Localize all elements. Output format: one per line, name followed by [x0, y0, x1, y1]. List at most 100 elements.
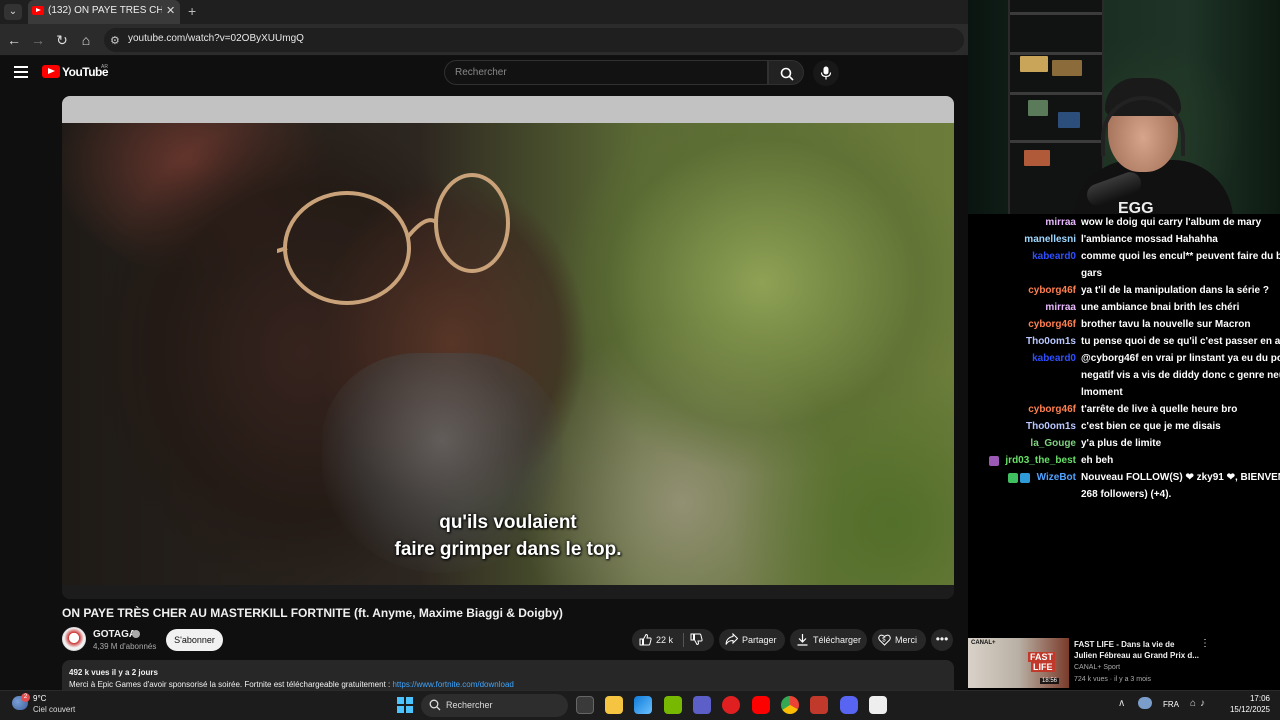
- search-input[interactable]: Rechercher: [444, 60, 768, 85]
- svg-text:$: $: [882, 638, 886, 644]
- suggested-title[interactable]: Julien Fébreau au Grand Prix d...: [1074, 651, 1199, 660]
- nvidia-icon[interactable]: [664, 696, 682, 714]
- windows-taskbar: 2 9°C Ciel couvert Rechercher ∧ FRA ⌂♪ 1…: [0, 690, 1280, 720]
- chat-username[interactable]: mirraa: [1045, 299, 1076, 316]
- channel-avatar[interactable]: [62, 627, 86, 651]
- chat-message: WizeBot Nouveau FOLLOW(S) ❤ zky91 ❤, BIEN…: [968, 469, 1280, 503]
- chat-message-text: y'a plus de limite: [1081, 438, 1162, 449]
- new-tab-button[interactable]: +: [188, 3, 196, 19]
- chat-message-text: gars: [1081, 268, 1103, 279]
- chat-username[interactable]: kabeard0: [1032, 248, 1076, 265]
- back-arrow-icon[interactable]: ←: [4, 30, 24, 50]
- onedrive-icon[interactable]: [1138, 697, 1152, 709]
- youtube-app-icon[interactable]: [752, 696, 770, 714]
- tab-list-button[interactable]: ⌄: [4, 4, 22, 20]
- task-view-icon[interactable]: [576, 696, 594, 714]
- thanks-button[interactable]: $ Merci: [872, 629, 926, 651]
- teams-icon[interactable]: [693, 696, 711, 714]
- description-box[interactable]: 492 k vues il y a 2 jours Merci à Epic G…: [62, 660, 954, 690]
- shirt-logo: EGG: [1118, 200, 1154, 214]
- media-player-icon[interactable]: [722, 696, 740, 714]
- video-top-bar: [62, 96, 954, 123]
- like-count[interactable]: 22 k: [656, 635, 673, 645]
- chat-username[interactable]: cyborg46f: [1028, 401, 1076, 418]
- chat-username[interactable]: la_Gouge: [1030, 435, 1076, 452]
- network-volume-icons[interactable]: ⌂♪: [1190, 698, 1209, 709]
- chat-username[interactable]: WizeBot: [1037, 469, 1076, 486]
- chat-message-text: l'ambiance mossad Hahahha: [1081, 234, 1218, 245]
- chat-message-text: wow le doig qui carry l'album de mary: [1081, 217, 1262, 228]
- language-indicator[interactable]: FRA: [1163, 700, 1179, 709]
- address-bar[interactable]: ⚙ youtube.com/watch?v=02OByXUUmgQ: [104, 28, 964, 52]
- subscribe-button[interactable]: S'abonner: [166, 629, 223, 651]
- channel-name[interactable]: GOTAGA: [93, 629, 136, 640]
- suggested-title[interactable]: FAST LIFE - Dans la vie de: [1074, 640, 1174, 649]
- download-label: Télécharger: [813, 635, 862, 645]
- taskbar-search[interactable]: Rechercher: [421, 694, 568, 717]
- reload-icon[interactable]: ↻: [52, 30, 72, 50]
- store-icon[interactable]: [634, 696, 652, 714]
- chat-message: jrd03_the_best eh beh: [968, 452, 1280, 469]
- video-player[interactable]: qu'ils voulaient faire grimper dans le t…: [62, 96, 954, 599]
- forward-arrow-icon[interactable]: →: [28, 30, 48, 50]
- chat-message-text: eh beh: [1081, 455, 1114, 466]
- download-link[interactable]: https://www.fortnite.com/download: [392, 680, 513, 689]
- chat-username[interactable]: jrd03_the_best: [1005, 452, 1076, 469]
- chrome-icon[interactable]: [781, 696, 799, 714]
- chat-message: cyborg46f brother tavu la nouvelle sur Ma…: [968, 316, 1280, 333]
- chat-username[interactable]: cyborg46f: [1028, 282, 1076, 299]
- notepad-icon[interactable]: [869, 696, 887, 714]
- download-button[interactable]: Télécharger: [790, 629, 867, 651]
- video-frame[interactable]: qu'ils voulaient faire grimper dans le t…: [62, 123, 954, 585]
- country-code: AR: [101, 64, 108, 70]
- suggested-channel[interactable]: CANAL+ Sport: [1074, 664, 1120, 671]
- moderator-badge-icon: [1008, 473, 1018, 483]
- taskbar-search-label: Rechercher: [446, 700, 493, 710]
- close-tab-icon[interactable]: ✕: [166, 4, 175, 17]
- app-icon[interactable]: [810, 696, 828, 714]
- site-info-icon[interactable]: ⚙: [110, 34, 120, 47]
- chat-username[interactable]: Tho0om1s: [1026, 418, 1076, 435]
- suggested-video[interactable]: CANAL+ FAST LIFE 18:56 FAST LIFE - Dans …: [968, 634, 1280, 690]
- clock-date[interactable]: 15/12/2025: [1226, 705, 1270, 714]
- menu-icon[interactable]: [14, 66, 28, 78]
- windows-start-icon[interactable]: [397, 697, 413, 713]
- youtube-favicon-icon: [32, 6, 44, 15]
- share-button[interactable]: Partager: [719, 629, 785, 651]
- description-text: Merci à Epic Games d'avoir sponsorisé la…: [69, 680, 514, 689]
- more-actions-button[interactable]: •••: [931, 629, 953, 651]
- subscriber-count: 4,39 M d'abonnés: [93, 642, 157, 651]
- dislike-button[interactable]: [690, 633, 703, 648]
- voice-search-button[interactable]: [813, 60, 839, 86]
- chat-username[interactable]: mirraa: [1045, 214, 1076, 231]
- suggested-menu-icon[interactable]: ⋮: [1200, 638, 1210, 649]
- super-thanks-icon: $: [878, 633, 891, 648]
- chat-message-text: c'est bien ce que je me disais: [1081, 421, 1221, 432]
- video-subtitle-line: faire grimper dans le top.: [394, 539, 622, 560]
- home-icon[interactable]: ⌂: [76, 30, 96, 50]
- browser-tab-active[interactable]: (132) ON PAYE TRÈS CHER AU MASTERKILL ✕: [28, 0, 180, 24]
- search-placeholder: Rechercher: [455, 67, 507, 78]
- thumbnail-title-fast: FAST: [1028, 652, 1056, 662]
- chat-message-text: tu pense quoi de se qu'il c'est passer e…: [1081, 336, 1280, 347]
- url-text[interactable]: youtube.com/watch?v=02OByXUUmgQ: [128, 33, 304, 44]
- file-explorer-icon[interactable]: [605, 696, 623, 714]
- tray-overflow-icon[interactable]: ∧: [1118, 698, 1125, 709]
- video-subtitle-line: qu'ils voulaient: [439, 512, 577, 533]
- like-divider: [683, 633, 684, 647]
- download-icon: [796, 633, 809, 648]
- clock-time[interactable]: 17:06: [1242, 694, 1270, 703]
- youtube-logo-icon[interactable]: [42, 65, 60, 78]
- chat-message: manellesni l'ambiance mossad Hahahha: [968, 231, 1280, 248]
- video-subject-glasses: [277, 173, 510, 305]
- suggested-thumbnail[interactable]: CANAL+ FAST LIFE 18:56: [968, 638, 1069, 688]
- chat-username[interactable]: kabeard0: [1032, 350, 1076, 367]
- weather-description[interactable]: Ciel couvert: [33, 705, 75, 714]
- chat-username[interactable]: manellesni: [1024, 231, 1076, 248]
- chat-username[interactable]: cyborg46f: [1028, 316, 1076, 333]
- weather-temperature[interactable]: 9°C: [33, 694, 46, 703]
- like-button[interactable]: [639, 633, 652, 648]
- discord-icon[interactable]: [840, 696, 858, 714]
- search-button[interactable]: [768, 60, 804, 85]
- chat-username[interactable]: Tho0om1s: [1026, 333, 1076, 350]
